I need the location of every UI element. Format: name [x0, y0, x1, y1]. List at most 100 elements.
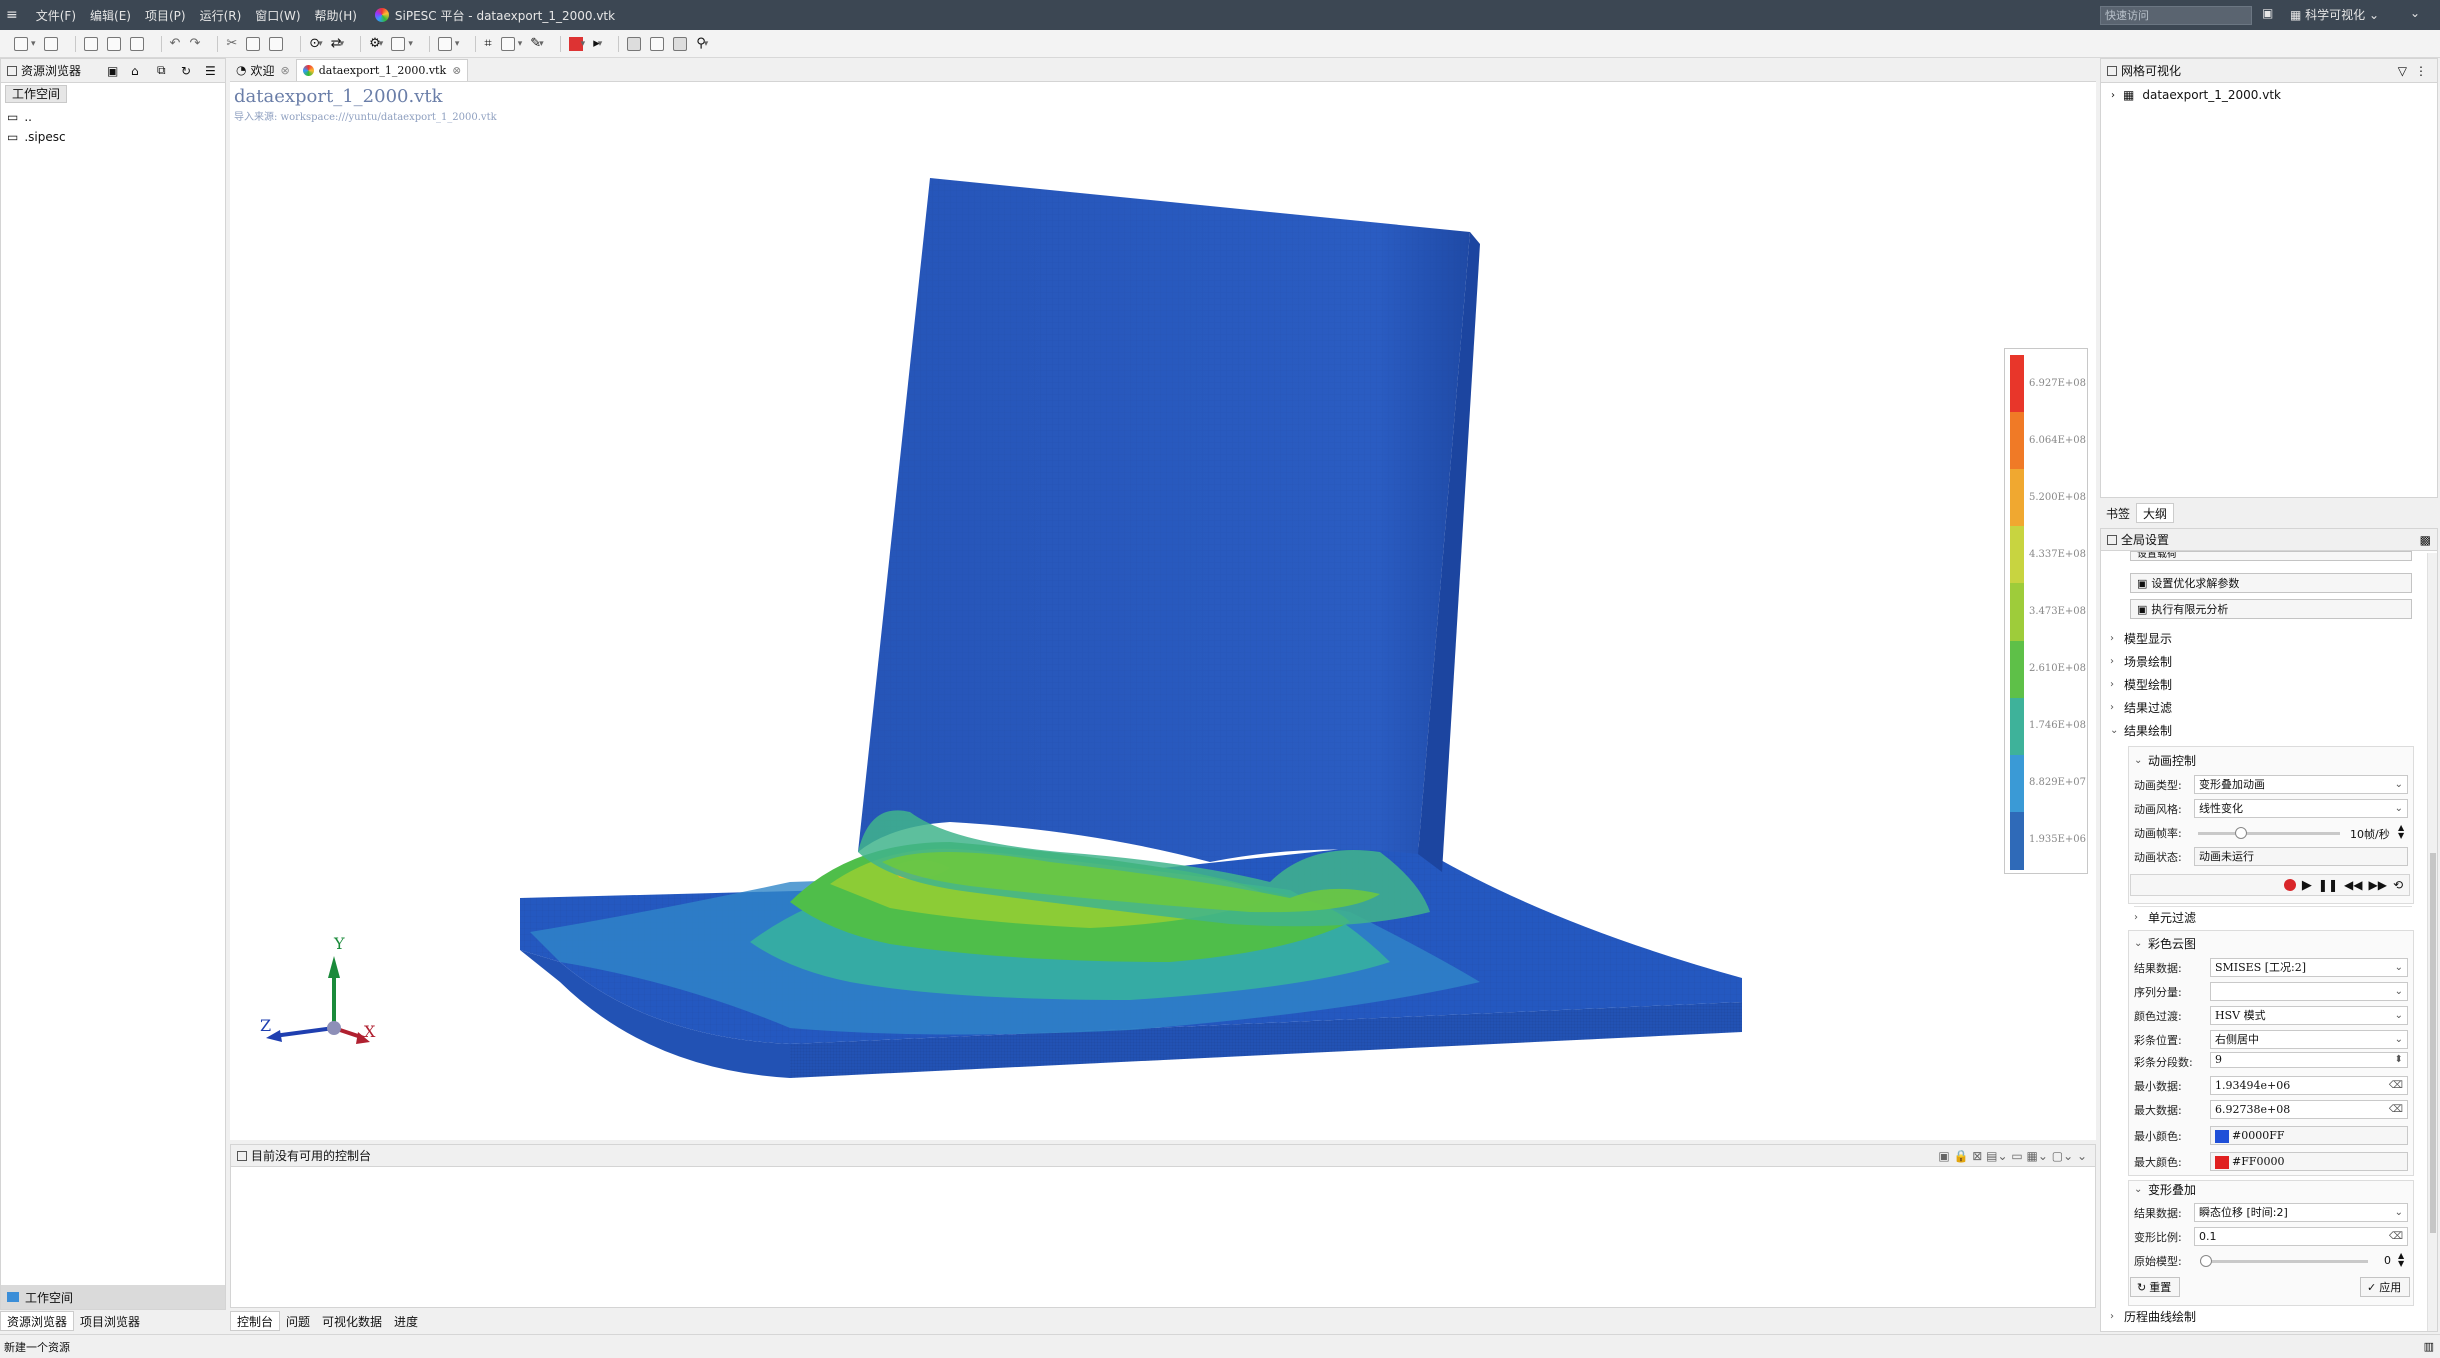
- filter-icon[interactable]: ▽: [2398, 64, 2407, 78]
- fit-view-icon[interactable]: ⌗: [484, 36, 491, 51]
- perspective-switch[interactable]: ▦ 科学可视化 ⌄: [2290, 6, 2379, 23]
- anim-rate-spinner[interactable]: ▲ ▼: [2398, 824, 2404, 840]
- home-icon[interactable]: ⌂: [131, 64, 139, 78]
- pause-icon[interactable]: ❚❚: [2318, 878, 2338, 892]
- new-icon[interactable]: [14, 36, 28, 51]
- section-deform[interactable]: ⌄ 变形叠加: [2134, 1181, 2196, 1198]
- clear-icon[interactable]: ⌫: [2389, 1101, 2403, 1118]
- export-dropdown-icon[interactable]: ▾: [408, 39, 413, 49]
- workspace-tab[interactable]: 工作空间: [5, 85, 68, 103]
- anim-style-select[interactable]: 线性变化 ⌄: [2194, 799, 2408, 818]
- section-result-filter[interactable]: › 结果过滤: [2110, 699, 2172, 716]
- split-icon[interactable]: [650, 36, 665, 51]
- menu-help[interactable]: 帮助(H): [315, 7, 357, 24]
- orig-model-slider[interactable]: [2200, 1255, 2368, 1267]
- tab-resource-explorer[interactable]: 资源浏览器: [0, 1311, 75, 1331]
- frame-dropdown-icon[interactable]: ▾: [455, 39, 460, 49]
- cut-icon[interactable]: ✂: [226, 36, 237, 51]
- paste-icon[interactable]: [269, 36, 284, 51]
- print-icon[interactable]: [129, 36, 144, 51]
- set-load-button[interactable]: 设置载荷: [2130, 551, 2412, 561]
- anim-type-select[interactable]: 变形叠加动画 ⌄: [2194, 775, 2408, 794]
- settings-dropdown-icon[interactable]: ▾: [379, 39, 384, 49]
- orig-model-spinner[interactable]: ▲ ▼: [2398, 1252, 2404, 1268]
- close-icon[interactable]: ⊗: [452, 64, 461, 77]
- run-fea-button[interactable]: ▣ 执行有限元分析: [2130, 599, 2412, 619]
- view-dropdown-icon[interactable]: ▾: [518, 39, 523, 49]
- component-select[interactable]: ⌄: [2210, 982, 2408, 1001]
- section-contour[interactable]: ⌄ 彩色云图: [2134, 935, 2196, 952]
- new-dropdown-icon[interactable]: ▾: [31, 39, 36, 49]
- tab-console[interactable]: 控制台: [230, 1311, 281, 1331]
- export-icon[interactable]: [391, 36, 406, 51]
- orig-model-slider-thumb[interactable]: [2200, 1255, 2212, 1267]
- bar-position-select[interactable]: 右侧居中 ⌄: [2210, 1030, 2408, 1049]
- deform-data-select[interactable]: 瞬态位移 [时间:2] ⌄: [2194, 1203, 2408, 1222]
- mesh-icon[interactable]: [627, 36, 642, 51]
- tree-item[interactable]: ▭..: [1, 107, 225, 127]
- section-history-curve[interactable]: › 历程曲线绘制: [2110, 1308, 2196, 1325]
- close-icon[interactable]: ⊗: [281, 64, 290, 77]
- result-data-select[interactable]: SMISES [工况:2] ⌄: [2210, 958, 2408, 977]
- record-icon[interactable]: [2283, 879, 2296, 891]
- mesh-vis-tab[interactable]: 网格可视化: [2121, 62, 2181, 79]
- anim-rate-slider[interactable]: [2198, 827, 2340, 839]
- new-folder-icon[interactable]: ▣: [107, 64, 118, 78]
- import-icon[interactable]: [43, 36, 58, 51]
- layout-icon[interactable]: ▣: [2262, 6, 2273, 20]
- resource-explorer-tab[interactable]: 资源浏览器: [21, 62, 81, 79]
- loop-icon[interactable]: ⟲: [2393, 878, 2403, 892]
- settings-scrollbar[interactable]: [2427, 553, 2437, 1331]
- mesh-tree-item[interactable]: › ▦ dataexport_1_2000.vtk: [2105, 85, 2281, 105]
- copy-path-icon[interactable]: ⧉: [157, 63, 166, 78]
- min-color-picker[interactable]: #0000FF: [2210, 1126, 2408, 1145]
- section-scene-draw[interactable]: › 场景绘制: [2110, 653, 2172, 670]
- redo-icon[interactable]: ↷: [189, 36, 200, 51]
- workspace-footer[interactable]: 工作空间: [1, 1285, 225, 1309]
- frame-icon[interactable]: [437, 36, 452, 51]
- panel-layout-icon[interactable]: ▩: [2420, 533, 2431, 547]
- fast-forward-icon[interactable]: ▶▶: [2368, 878, 2386, 892]
- menu-file[interactable]: 文件(F): [36, 7, 76, 24]
- view-menu-icon[interactable]: ⋮: [2415, 64, 2427, 78]
- menu-edit[interactable]: 编辑(E): [90, 7, 131, 24]
- save-all-icon[interactable]: [106, 36, 121, 51]
- view-menu-icon[interactable]: ☰: [205, 64, 216, 78]
- clear-icon[interactable]: ⌫: [2389, 1077, 2403, 1094]
- section-result-draw[interactable]: ⌄ 结果绘制: [2110, 722, 2172, 739]
- color-transition-select[interactable]: HSV 模式 ⌄: [2210, 1006, 2408, 1025]
- section-animation[interactable]: ⌄ 动画控制: [2134, 752, 2196, 769]
- menu-project[interactable]: 项目(P): [145, 7, 186, 24]
- max-color-picker[interactable]: #FF0000: [2210, 1152, 2408, 1171]
- tab-progress[interactable]: 进度: [388, 1311, 424, 1331]
- tab-outline[interactable]: 大纲: [2136, 503, 2175, 523]
- apply-button[interactable]: ✓ 应用: [2360, 1277, 2410, 1297]
- chevron-right-icon[interactable]: ›: [2111, 90, 2115, 101]
- refresh-icon[interactable]: ↻: [181, 64, 191, 78]
- 3d-viewport[interactable]: dataexport_1_2000.vtk 导入来源: workspace://…: [230, 82, 2096, 1140]
- spinner-icon[interactable]: ⬍: [2395, 1053, 2403, 1067]
- set-optimize-button[interactable]: ▣ 设置优化求解参数: [2130, 573, 2412, 593]
- rewind-icon[interactable]: ◀◀: [2344, 878, 2362, 892]
- window-minimize[interactable]: ⌄: [2410, 6, 2420, 20]
- anim-rate-slider-thumb[interactable]: [2234, 827, 2247, 839]
- section-model-display[interactable]: › 模型显示: [2110, 630, 2172, 647]
- fem-model[interactable]: [230, 82, 2096, 1140]
- deform-scale-input[interactable]: 0.1 ⌫: [2194, 1227, 2408, 1246]
- quick-access-input[interactable]: 快速访问: [2100, 6, 2252, 25]
- clear-icon[interactable]: ⌫: [2389, 1228, 2403, 1245]
- tab-project-explorer[interactable]: 项目浏览器: [74, 1311, 146, 1331]
- pick-dropdown-icon[interactable]: ▾: [539, 39, 544, 49]
- axis-icon[interactable]: [673, 36, 688, 51]
- play-dropdown-icon[interactable]: ▾: [598, 39, 603, 49]
- section-element-filter[interactable]: › 单元过滤: [2134, 906, 2412, 926]
- tree-item[interactable]: ▭ .sipesc: [1, 127, 225, 147]
- view-icon[interactable]: [500, 36, 515, 51]
- console-toolbar-icons[interactable]: ▣ 🔒 ⊠ ▤⌄ ▭ ▦⌄ ▢⌄ ⌄: [1938, 1149, 2087, 1163]
- save-icon[interactable]: [83, 36, 98, 51]
- min-data-input[interactable]: 1.93494e+06 ⌫: [2210, 1076, 2408, 1095]
- scrollbar-thumb[interactable]: [2430, 853, 2436, 1233]
- reset-button[interactable]: ↻ 重置: [2130, 1277, 2180, 1297]
- section-model-draw[interactable]: › 模型绘制: [2110, 676, 2172, 693]
- copy-icon[interactable]: [246, 36, 261, 51]
